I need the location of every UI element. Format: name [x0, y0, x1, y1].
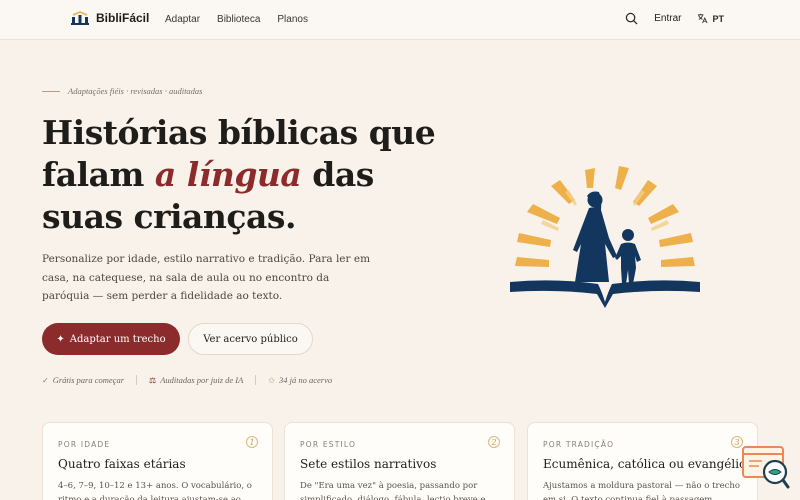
hero-description: Personalize por idade, estilo narrativo … [42, 253, 371, 302]
logo-icon [71, 11, 89, 25]
meta-audited-text: Auditadas por juiz de IA [160, 375, 244, 385]
nav-item-planos[interactable]: Planos [277, 14, 308, 25]
public-library-label: Ver acervo público [203, 333, 298, 345]
nav-item-biblioteca[interactable]: Biblioteca [217, 14, 260, 25]
eyebrow-divider [42, 90, 60, 92]
feature-card-style: POR ESTILO 2 Sete estilos narrativos De … [284, 422, 515, 500]
meta-count-text: 34 já no acervo [279, 375, 333, 385]
card-title: Ecumênica, católica ou evangélica [543, 457, 753, 471]
adapt-passage-label: Adaptar um trecho [69, 333, 166, 345]
card-description: 4–6, 7–9, 10–12 e 13+ anos. O vocabulári… [58, 481, 252, 500]
hero-illustration [510, 166, 700, 308]
translate-icon [698, 13, 708, 24]
language-switcher[interactable]: PT [697, 13, 724, 24]
public-library-button[interactable]: Ver acervo público [188, 323, 313, 355]
meta-count: ✩ 34 já no acervo [268, 375, 332, 385]
chat-search-widget-icon[interactable] [742, 446, 790, 490]
hero-headline: Histórias bíblicas que falam a língua da… [42, 112, 462, 238]
adapt-passage-button[interactable]: ✦ Adaptar um trecho [42, 323, 180, 355]
mother-figure [573, 191, 617, 282]
meta-divider [136, 375, 138, 385]
meta-free-text: Grátis para começar [52, 375, 125, 385]
eyebrow-text: Adaptações fiéis · revisadas · auditadas [68, 86, 203, 96]
feature-card-tradition: POR TRADIÇÃO 3 Ecumênica, católica ou ev… [527, 422, 758, 500]
card-title: Sete estilos narrativos [300, 457, 437, 471]
login-link[interactable]: Entrar [654, 13, 681, 24]
card-kicker: POR ESTILO [300, 440, 357, 449]
brand-logo[interactable]: BibliFácil [70, 10, 149, 26]
card-description: Ajustamos a moldura pastoral — não o tre… [543, 481, 740, 500]
scale-icon: ⚖ [149, 375, 157, 385]
meta-divider [255, 375, 257, 385]
headline-accent: a língua [154, 155, 302, 194]
meta-audited: ⚖ Auditadas por juiz de IA [149, 375, 243, 385]
child-figure [615, 229, 641, 284]
card-kicker: POR IDADE [58, 440, 111, 449]
top-navbar: BibliFácil Adaptar Biblioteca Planos Ent… [0, 0, 800, 40]
language-label: PT [712, 13, 724, 24]
card-description: De "Era uma vez" à poesia, passando por … [300, 481, 486, 500]
brand-name: BibliFácil [96, 11, 150, 25]
meta-free: ✓ Grátis para começar [42, 375, 124, 385]
card-title: Quatro faixas etárias [58, 457, 186, 471]
search-icon[interactable] [625, 12, 638, 25]
card-number-badge: 1 [246, 436, 258, 448]
main-nav: Adaptar Biblioteca Planos [165, 14, 308, 25]
open-book [510, 280, 700, 308]
nav-item-adaptar[interactable]: Adaptar [165, 14, 200, 25]
sparkle-icon: ✦ [56, 333, 65, 345]
check-icon: ✓ [42, 375, 49, 385]
feature-card-age: POR IDADE 1 Quatro faixas etárias 4–6, 7… [42, 422, 273, 500]
hero-eyebrow: Adaptações fiéis · revisadas · auditadas [42, 86, 203, 96]
header-actions: Entrar PT [625, 12, 724, 25]
star-icon: ✩ [268, 375, 275, 385]
card-kicker: POR TRADIÇÃO [543, 440, 615, 449]
hero-meta: ✓ Grátis para começar ⚖ Auditadas por ju… [42, 375, 332, 385]
card-number-badge: 2 [488, 436, 500, 448]
